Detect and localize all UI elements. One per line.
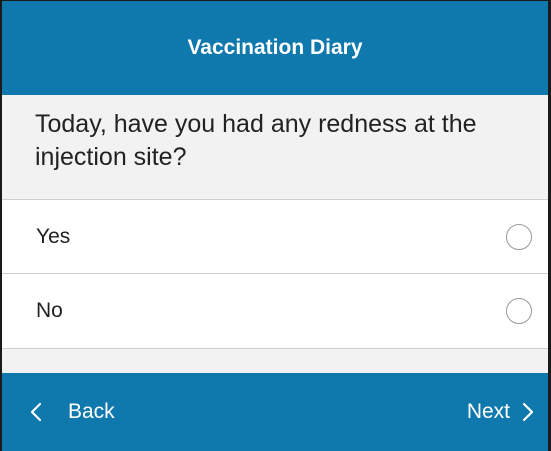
radio-button-yes[interactable] — [506, 223, 532, 250]
radio-button-no[interactable] — [506, 298, 532, 324]
option-yes[interactable]: Yes — [2, 199, 548, 273]
page-title: Vaccination Diary — [187, 36, 363, 59]
app-frame: Vaccination Diary Today, have you had an… — [0, 0, 551, 451]
next-button[interactable]: Next — [467, 373, 534, 451]
app-header: Vaccination Diary — [2, 1, 548, 95]
option-label: Yes — [36, 224, 71, 248]
option-label: No — [36, 299, 63, 322]
next-label: Next — [466, 400, 510, 423]
back-button[interactable]: Back — [30, 373, 115, 451]
content-spacer — [2, 349, 548, 373]
question-prompt: Today, have you had any redness at the i… — [2, 95, 548, 199]
option-no[interactable]: No — [2, 273, 548, 349]
back-label: Back — [68, 400, 115, 423]
navigation-footer: Back Next — [2, 373, 548, 451]
chevron-left-icon — [30, 402, 42, 422]
chevron-right-icon — [522, 402, 534, 422]
